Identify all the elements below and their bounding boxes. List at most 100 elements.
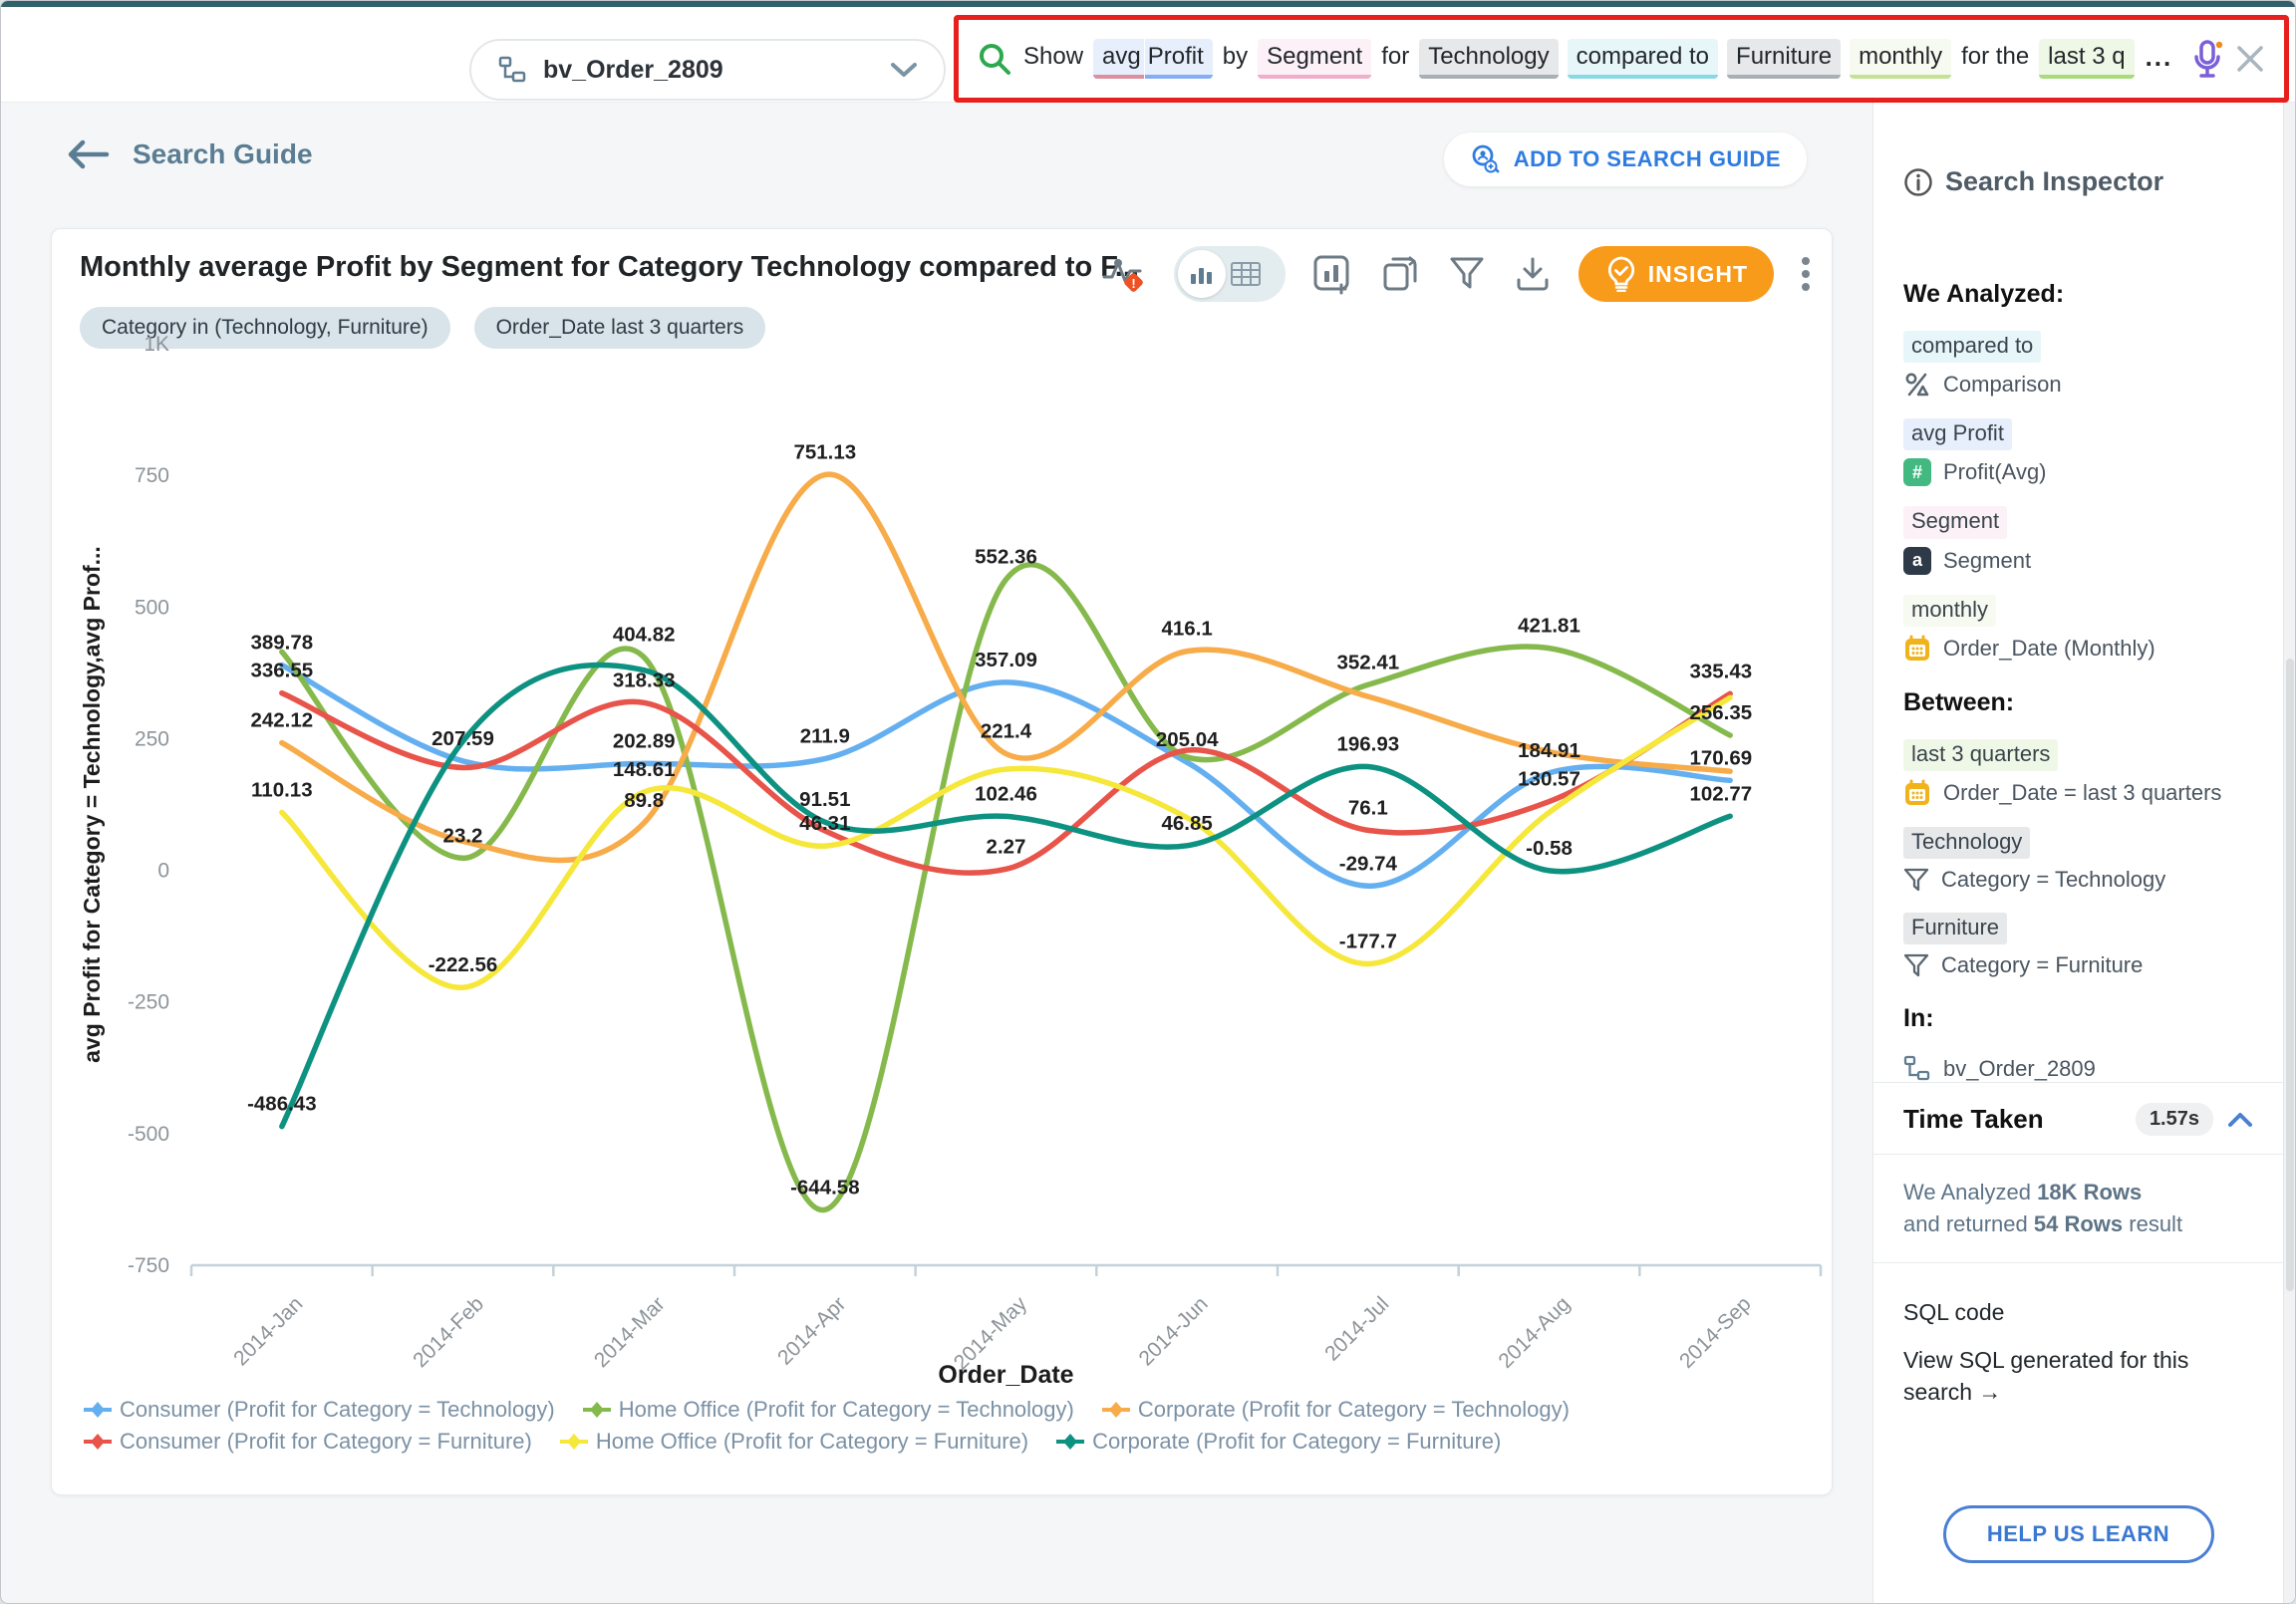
search-token[interactable]: Furniture bbox=[1727, 39, 1841, 79]
anomaly-alert-icon[interactable]: ! bbox=[1102, 251, 1148, 297]
time-taken-heading: Time Taken bbox=[1903, 1104, 2122, 1135]
legend-marker-icon bbox=[82, 1400, 114, 1420]
search-token[interactable]: Segment bbox=[1258, 39, 1371, 79]
search-token[interactable]: Technology bbox=[1419, 39, 1558, 79]
legend-item[interactable]: Consumer (Profit for Category = Furnitur… bbox=[82, 1429, 532, 1455]
help-us-learn-button[interactable]: HELP US LEARN bbox=[1943, 1505, 2214, 1563]
rows-analyzed-text: We Analyzed 18K Rows and returned 54 Row… bbox=[1873, 1155, 2283, 1262]
search-token[interactable]: for bbox=[1380, 39, 1410, 79]
legend-marker-icon bbox=[581, 1400, 613, 1420]
svg-text:-644.58: -644.58 bbox=[790, 1176, 860, 1199]
legend-label: Corporate (Profit for Category = Technol… bbox=[1138, 1397, 1570, 1423]
legend-item[interactable]: Corporate (Profit for Category = Technol… bbox=[1100, 1397, 1570, 1423]
collapse-chevron-icon[interactable] bbox=[2227, 1112, 2253, 1128]
svg-text:750: 750 bbox=[135, 464, 169, 487]
svg-text:1K: 1K bbox=[144, 333, 169, 356]
search-inspector-panel: Search Inspector We Analyzed:compared to… bbox=[1872, 103, 2283, 1604]
legend-item[interactable]: Consumer (Profit for Category = Technolo… bbox=[82, 1397, 555, 1423]
search-bar[interactable]: ShowavgProfitbySegment for Technologycompa… bbox=[954, 15, 2289, 103]
inspector-field-row: bv_Order_2809 bbox=[1903, 1055, 2257, 1083]
add-to-search-guide-button[interactable]: ADD TO SEARCH GUIDE bbox=[1444, 133, 1807, 186]
legend-item[interactable]: Corporate (Profit for Category = Furnitu… bbox=[1054, 1429, 1501, 1455]
add-to-search-guide-label: ADD TO SEARCH GUIDE bbox=[1514, 146, 1781, 172]
svg-text:-500: -500 bbox=[128, 1123, 169, 1146]
search-token[interactable]: by bbox=[1222, 39, 1249, 79]
view-sql-link[interactable]: View SQL generated for this search → bbox=[1903, 1344, 2232, 1408]
svg-text:-0.58: -0.58 bbox=[1526, 837, 1573, 860]
chevron-down-icon[interactable] bbox=[890, 61, 918, 79]
svg-text:2014-Apr: 2014-Apr bbox=[773, 1292, 850, 1369]
svg-text:170.69: 170.69 bbox=[1689, 746, 1752, 769]
search-token[interactable]: compared to bbox=[1568, 39, 1718, 79]
page-title[interactable]: Search Guide bbox=[133, 138, 313, 170]
copy-icon[interactable] bbox=[1379, 253, 1421, 295]
insight-label: INSIGHT bbox=[1648, 261, 1748, 288]
svg-text:!: ! bbox=[1131, 276, 1135, 291]
scrollbar-thumb[interactable] bbox=[2286, 659, 2294, 1291]
svg-text:421.81: 421.81 bbox=[1518, 615, 1580, 638]
legend-label: Consumer (Profit for Category = Technolo… bbox=[120, 1397, 555, 1423]
svg-text:23.2: 23.2 bbox=[443, 824, 483, 847]
svg-text:148.61: 148.61 bbox=[613, 758, 676, 781]
search-token[interactable]: Profit bbox=[1145, 39, 1213, 79]
legend-label: Consumer (Profit for Category = Furnitur… bbox=[120, 1429, 532, 1455]
legend-label: Corporate (Profit for Category = Furnitu… bbox=[1092, 1429, 1501, 1455]
svg-text:202.89: 202.89 bbox=[613, 729, 676, 752]
dataset-selector[interactable]: bv_Order_2809 bbox=[469, 39, 946, 101]
svg-text:91.51: 91.51 bbox=[799, 788, 850, 811]
svg-text:Order_Date: Order_Date bbox=[938, 1361, 1073, 1389]
svg-text:416.1: 416.1 bbox=[1162, 618, 1213, 641]
search-token[interactable]: monthly bbox=[1850, 39, 1951, 79]
svg-text:242.12: 242.12 bbox=[250, 709, 313, 732]
svg-text:207.59: 207.59 bbox=[431, 727, 494, 750]
svg-text:46.31: 46.31 bbox=[799, 812, 850, 835]
legend-item[interactable]: Home Office (Profit for Category = Techn… bbox=[581, 1397, 1074, 1423]
back-arrow-icon[interactable] bbox=[67, 139, 111, 169]
inspector-sections: We Analyzed:compared toComparisonavg Pro… bbox=[1903, 254, 2257, 1103]
add-chart-icon[interactable] bbox=[1311, 253, 1353, 295]
profit-line-chart: 1K7505002500-250-500-7502014-Jan2014-Feb… bbox=[52, 317, 1834, 1393]
svg-text:335.43: 335.43 bbox=[1689, 660, 1752, 682]
search-token[interactable]: avg bbox=[1093, 39, 1144, 79]
search-token[interactable]: ... bbox=[2144, 43, 2175, 76]
inspector-field-row: Order_Date (Monthly) bbox=[1903, 635, 2257, 663]
table-view-icon[interactable] bbox=[1230, 260, 1262, 288]
result-card: Monthly average Profit by Segment for Ca… bbox=[51, 228, 1833, 1495]
svg-text:211.9: 211.9 bbox=[800, 725, 850, 748]
svg-text:205.04: 205.04 bbox=[1156, 728, 1219, 751]
info-icon bbox=[1903, 167, 1933, 197]
svg-text:250: 250 bbox=[135, 727, 169, 750]
text-icon: a bbox=[1903, 547, 1931, 575]
chart-view-toggle-on[interactable] bbox=[1178, 250, 1226, 298]
search-icon bbox=[977, 41, 1012, 77]
kebab-menu-icon[interactable] bbox=[1800, 254, 1812, 294]
inspector-field-label: Order_Date (Monthly) bbox=[1943, 636, 2155, 662]
legend-item[interactable]: Home Office (Profit for Category = Furni… bbox=[558, 1429, 1028, 1455]
filter-icon[interactable] bbox=[1447, 254, 1487, 294]
svg-text:2014-Jun: 2014-Jun bbox=[1135, 1292, 1213, 1370]
legend-marker-icon bbox=[82, 1432, 114, 1452]
close-icon[interactable] bbox=[2234, 43, 2266, 75]
chart-legend: Consumer (Profit for Category = Technolo… bbox=[82, 1397, 1570, 1455]
legend-marker-icon bbox=[558, 1432, 590, 1452]
search-query-input[interactable]: ShowavgProfitbySegment for Technologycompa… bbox=[1022, 39, 2180, 79]
svg-text:404.82: 404.82 bbox=[613, 624, 676, 647]
chart-table-toggle[interactable] bbox=[1174, 246, 1286, 302]
download-icon[interactable] bbox=[1513, 254, 1553, 294]
svg-text:751.13: 751.13 bbox=[793, 441, 856, 464]
search-token[interactable]: last 3 q bbox=[2039, 39, 2134, 79]
scrollbar-track[interactable] bbox=[2283, 103, 2296, 1604]
inspector-token: Furniture bbox=[1903, 913, 2007, 944]
microphone-icon[interactable] bbox=[2190, 39, 2224, 79]
search-token[interactable]: for the bbox=[1960, 39, 2030, 79]
svg-text:357.09: 357.09 bbox=[975, 649, 1037, 671]
dataset-icon bbox=[1903, 1055, 1931, 1083]
search-token[interactable]: Show bbox=[1022, 39, 1084, 79]
inspector-field-label: Comparison bbox=[1943, 372, 2062, 398]
insight-button[interactable]: INSIGHT bbox=[1578, 246, 1774, 302]
inspector-section-heading: In: bbox=[1903, 1004, 2257, 1033]
svg-text:352.41: 352.41 bbox=[1336, 651, 1399, 673]
number-icon: # bbox=[1903, 458, 1931, 486]
svg-text:2014-Sep: 2014-Sep bbox=[1675, 1292, 1756, 1373]
card-toolbar: ! bbox=[1102, 245, 1812, 303]
